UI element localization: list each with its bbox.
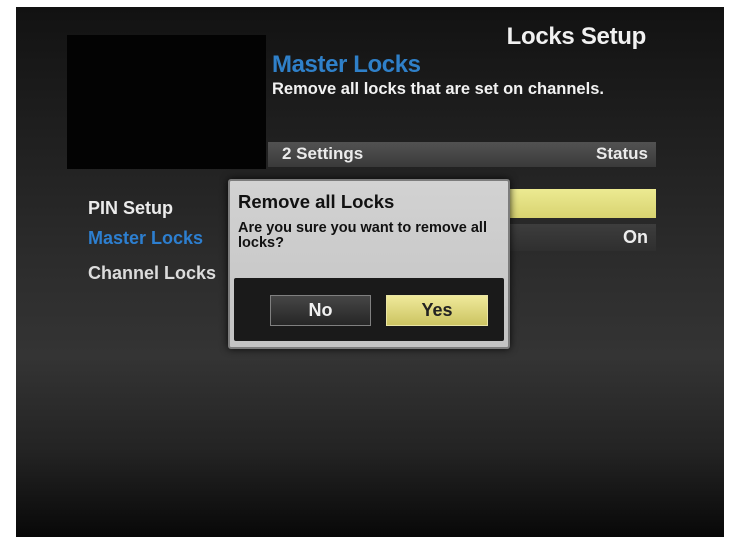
dialog-title: Remove all Locks xyxy=(238,191,395,212)
dialog-button-bar: No Yes xyxy=(234,278,504,341)
video-preview xyxy=(67,35,266,169)
status-column-header: Status xyxy=(596,144,648,163)
settings-count: 2 Settings xyxy=(282,144,364,163)
yes-button[interactable]: Yes xyxy=(386,295,488,326)
section-title: Master Locks xyxy=(272,51,421,78)
master-locks-status: On xyxy=(623,227,648,247)
menu-item-master-locks[interactable]: Master Locks xyxy=(88,228,203,249)
section-description: Remove all locks that are set on channel… xyxy=(272,80,604,98)
menu-item-pin-setup[interactable]: PIN Setup xyxy=(88,198,173,219)
tv-screen: Locks Setup Master Locks Remove all lock… xyxy=(16,7,724,537)
remove-locks-dialog: Remove all Locks Are you sure you want t… xyxy=(228,179,510,349)
settings-header: 2 Settings Status xyxy=(268,142,656,167)
screen-title: Locks Setup xyxy=(506,23,647,50)
no-button[interactable]: No xyxy=(270,295,371,326)
dialog-message: Are you sure you want to remove all lock… xyxy=(238,220,487,251)
menu-item-channel-locks[interactable]: Channel Locks xyxy=(88,263,216,284)
